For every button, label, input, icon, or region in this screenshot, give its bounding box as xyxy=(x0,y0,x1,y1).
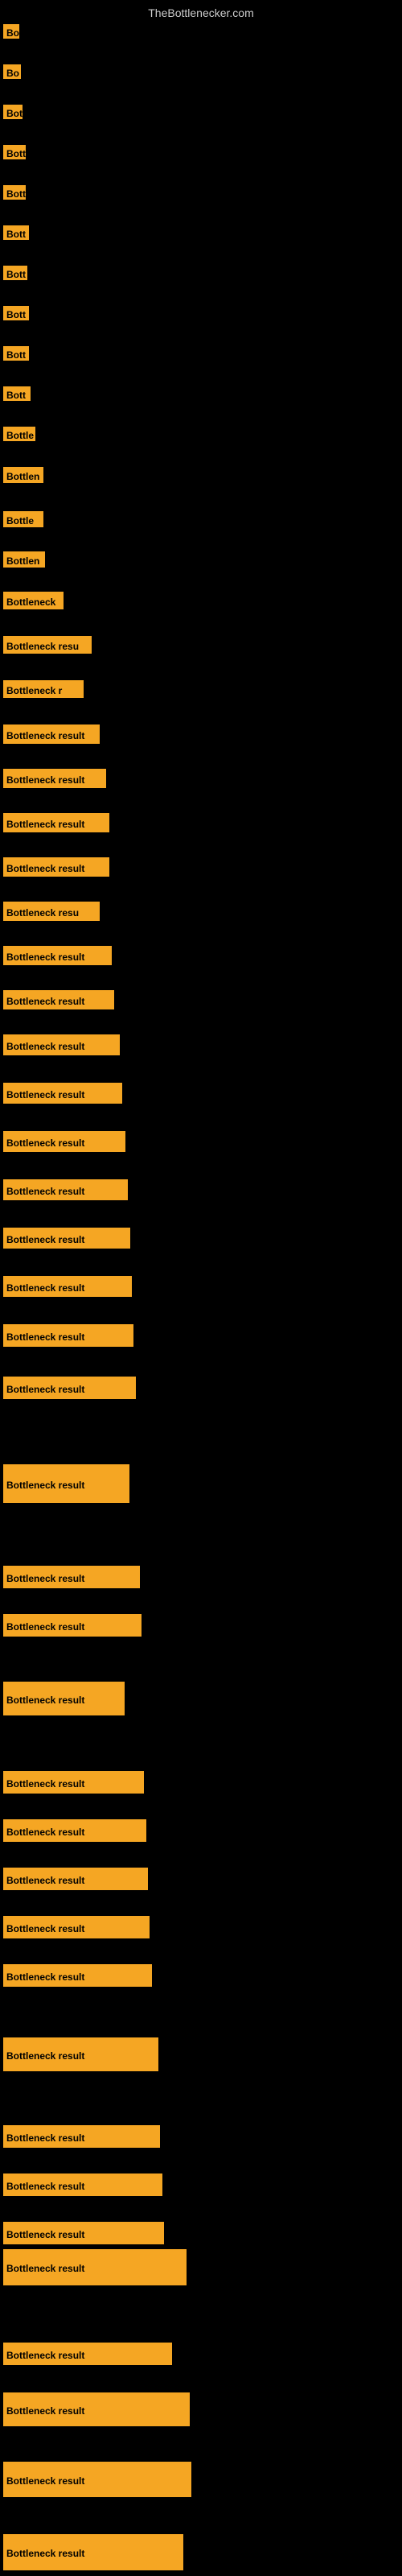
bottleneck-item: Bottleneck result xyxy=(3,769,106,788)
bottleneck-item: Bottlen xyxy=(3,467,43,483)
bottleneck-item: Bottleneck result xyxy=(3,990,114,1009)
bottleneck-item: Bottleneck result xyxy=(3,2249,187,2285)
bottleneck-item: Bottleneck result xyxy=(3,1868,148,1890)
bottleneck-item: Bottleneck result xyxy=(3,2392,190,2426)
bottleneck-item: Bottleneck result xyxy=(3,1131,125,1152)
bottleneck-item: Bottle xyxy=(3,511,43,527)
bottleneck-item: Bottleneck result xyxy=(3,1377,136,1399)
bottleneck-item: Bott xyxy=(3,306,29,320)
bottleneck-item: Bott xyxy=(3,266,27,280)
bottleneck-item: Bottleneck result xyxy=(3,2462,191,2497)
bottleneck-item: Bottleneck result xyxy=(3,1614,142,1637)
bottleneck-item: Bottleneck result xyxy=(3,1228,130,1249)
bottleneck-item: Bottleneck result xyxy=(3,2343,172,2365)
bottleneck-item: Bot xyxy=(3,105,23,119)
bottleneck-item: Bottleneck result xyxy=(3,724,100,744)
bottleneck-item: Bottleneck result xyxy=(3,2222,164,2244)
bottleneck-item: Bottleneck result xyxy=(3,857,109,877)
bottleneck-item: Bo xyxy=(3,24,19,39)
bottleneck-item: Bottleneck result xyxy=(3,1682,125,1715)
bottleneck-item: Bott xyxy=(3,346,29,361)
bottleneck-item: Bottleneck result xyxy=(3,1034,120,1055)
bottleneck-item: Bottleneck result xyxy=(3,1276,132,1297)
bottleneck-item: Bottlen xyxy=(3,551,45,568)
bottleneck-item: Bottleneck result xyxy=(3,2174,162,2196)
bottleneck-item: Bottleneck result xyxy=(3,1566,140,1588)
bottleneck-item: Bottleneck result xyxy=(3,2534,183,2570)
bottleneck-item: Bottleneck result xyxy=(3,1179,128,1200)
bottleneck-item: Bottle xyxy=(3,427,35,441)
bottleneck-item: Bottleneck result xyxy=(3,1464,129,1503)
bottleneck-item: Bott xyxy=(3,185,26,200)
bottleneck-item: Bott xyxy=(3,145,26,159)
bottleneck-item: Bottleneck result xyxy=(3,1771,144,1794)
bottleneck-item: Bottleneck result xyxy=(3,1964,152,1987)
bottleneck-item: Bottleneck r xyxy=(3,680,84,698)
bottleneck-item: Bottleneck result xyxy=(3,813,109,832)
bottleneck-item: Bottleneck result xyxy=(3,1083,122,1104)
bottleneck-item: Bottleneck result xyxy=(3,1324,133,1347)
bottleneck-item: Bottleneck result xyxy=(3,2037,158,2071)
bottleneck-item: Bottleneck result xyxy=(3,1819,146,1842)
bottleneck-item: Bottleneck result xyxy=(3,946,112,965)
bottleneck-item: Bottleneck resu xyxy=(3,902,100,921)
bottleneck-item: Bo xyxy=(3,64,21,79)
bottleneck-item: Bottleneck xyxy=(3,592,64,609)
bottleneck-item: Bottleneck result xyxy=(3,2125,160,2148)
site-title: TheBottlenecker.com xyxy=(148,6,254,19)
bottleneck-item: Bottleneck result xyxy=(3,1916,150,1938)
bottleneck-item: Bott xyxy=(3,386,31,401)
bottleneck-item: Bott xyxy=(3,225,29,240)
bottleneck-item: Bottleneck resu xyxy=(3,636,92,654)
